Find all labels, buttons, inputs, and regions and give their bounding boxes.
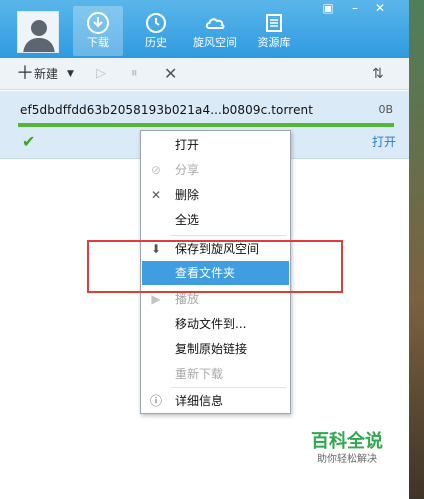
watermark-subtitle: 助你轻松解决 (317, 454, 377, 465)
tab-cloud-space[interactable]: 旋风空间 (190, 6, 240, 56)
menu-item-select-all[interactable]: 全选 (142, 208, 289, 232)
menu-item-delete[interactable]: ✕ 删除 (142, 183, 289, 207)
menu-item-share[interactable]: ⊘ 分享 (142, 158, 289, 182)
background-strip (409, 0, 424, 499)
menu-item-label: 重新下载 (175, 367, 224, 381)
share-icon: ⊘ (150, 163, 162, 177)
list-icon (266, 14, 282, 32)
dropdown-arrow-icon[interactable]: ▼ (67, 58, 74, 90)
tab-download[interactable]: 下载 (73, 6, 123, 56)
annotation-highlight-box (87, 240, 343, 293)
user-silhouette-icon (18, 12, 58, 52)
task-file-name: ef5dbdffdd63b2058193b021a4...b0809c.torr… (20, 103, 314, 117)
close-icon[interactable]: ✕ (371, 0, 389, 16)
clock-icon (146, 13, 166, 33)
tab-resource-library-label: 资源库 (257, 36, 291, 49)
watermark-logo: 百科全说 助你轻松解决 (294, 425, 400, 477)
tab-download-label: 下载 (87, 36, 109, 49)
menu-item-label: 播放 (175, 292, 200, 306)
menu-item-redownload[interactable]: 重新下载 (142, 362, 289, 386)
plus-icon[interactable]: ＋ (16, 58, 34, 90)
delete-x-icon: ✕ (150, 188, 162, 202)
menu-item-details[interactable]: ⓘ 详细信息 (142, 389, 289, 413)
menu-item-label: 分享 (175, 163, 200, 177)
play-circle-icon: ▶ (151, 292, 161, 306)
download-icon (87, 12, 109, 34)
toolbar: ＋ 新建 ▼ ▷ ⏸ ✕ ⇅ (0, 58, 409, 90)
task-size: 0B (378, 103, 393, 116)
watermark-title: 百科全说 (311, 431, 383, 452)
new-button[interactable]: 新建 (34, 58, 58, 90)
cloud-icon (205, 18, 225, 29)
tab-history-label: 历史 (145, 36, 167, 49)
tab-cloud-space-label: 旋风空间 (193, 36, 237, 49)
sort-icon[interactable]: ⇅ (372, 58, 384, 90)
open-link[interactable]: 打开 (372, 133, 396, 150)
menu-separator (171, 387, 286, 388)
header-bar: 下载 历史 旋风空间 资源库 ▣ – ✕ (0, 0, 409, 58)
menu-item-label: 打开 (175, 138, 200, 152)
skin-icon[interactable]: ▣ (319, 0, 337, 16)
checkmark-icon: ✔ (22, 132, 36, 151)
menu-item-label: 移动文件到... (175, 317, 247, 331)
menu-item-move-file[interactable]: 移动文件到... (142, 312, 289, 336)
menu-item-copy-link[interactable]: 复制原始链接 (142, 337, 289, 361)
menu-item-label: 全选 (175, 213, 200, 227)
info-icon: ⓘ (149, 394, 162, 408)
menu-item-label: 删除 (175, 188, 200, 202)
minimize-icon[interactable]: – (346, 0, 364, 16)
menu-item-label: 详细信息 (175, 394, 224, 408)
menu-separator (171, 235, 286, 236)
menu-item-open[interactable]: 打开 (142, 133, 289, 157)
play-icon[interactable]: ▷ (96, 58, 106, 90)
pause-icon[interactable]: ⏸ (131, 58, 138, 90)
tab-resource-library[interactable]: 资源库 (249, 6, 299, 56)
tab-history[interactable]: 历史 (131, 6, 181, 56)
avatar[interactable] (17, 11, 59, 53)
menu-item-label: 复制原始链接 (175, 342, 248, 356)
delete-icon[interactable]: ✕ (164, 58, 177, 90)
progress-bar (18, 123, 394, 127)
